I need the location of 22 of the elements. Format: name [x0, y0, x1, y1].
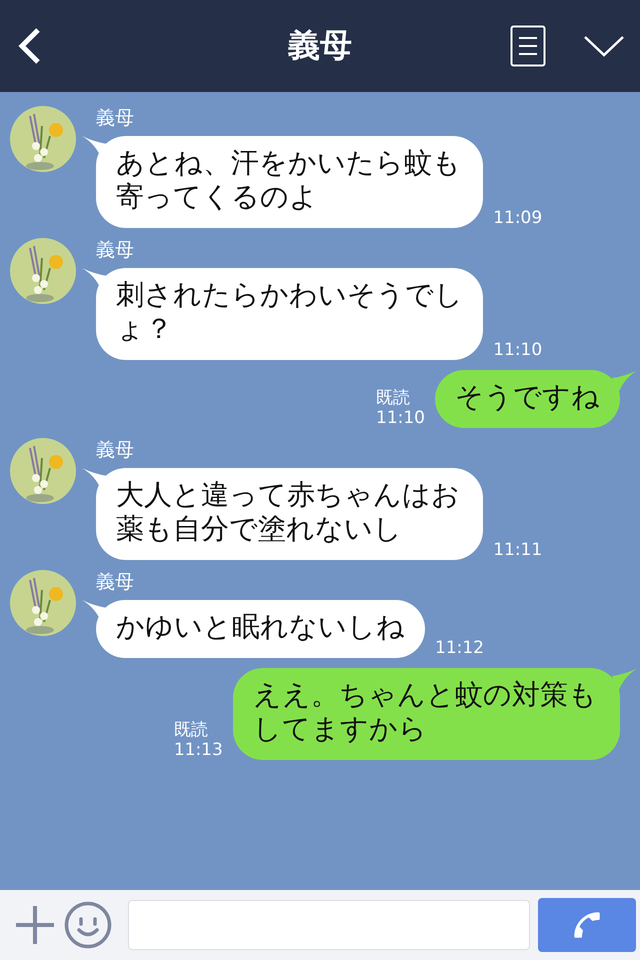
call-button[interactable] — [538, 898, 636, 952]
sender-name: 義母 — [96, 570, 135, 595]
message-input[interactable] — [128, 900, 530, 950]
message-time: 11:09 — [493, 208, 542, 228]
message-time: 11:10 — [376, 408, 425, 428]
chat-title: 義母 — [286, 25, 353, 66]
bubble-tail — [612, 370, 638, 394]
message-time: 11:11 — [493, 540, 542, 560]
chevron-down-icon[interactable] — [584, 35, 624, 57]
sender-name: 義母 — [96, 106, 135, 131]
read-receipt: 既読 — [376, 388, 410, 408]
read-receipt: 既読 — [174, 720, 208, 740]
back-button[interactable] — [16, 26, 42, 66]
plus-icon[interactable] — [14, 904, 56, 946]
smiley-icon[interactable] — [64, 901, 112, 949]
sender-name: 義母 — [96, 438, 135, 463]
menu-icon[interactable] — [510, 25, 546, 67]
bubble-tail — [612, 668, 638, 692]
message-time: 11:13 — [174, 740, 223, 760]
message-time: 11:12 — [435, 638, 484, 658]
message-time: 11:10 — [493, 340, 542, 360]
sender-name: 義母 — [96, 238, 135, 263]
